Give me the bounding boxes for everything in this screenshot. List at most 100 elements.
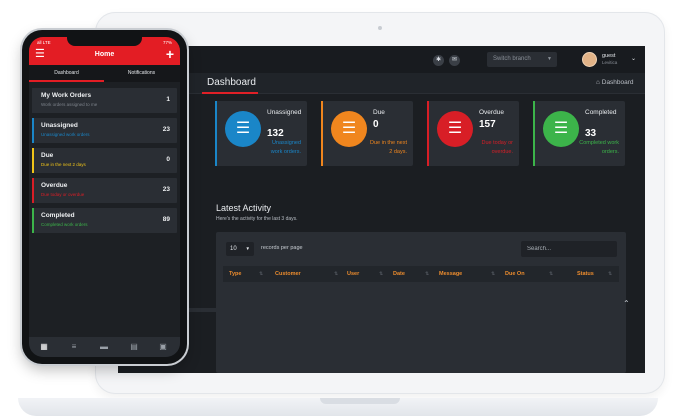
stat-label: Overdue (479, 109, 504, 116)
phone-title: Home (94, 51, 115, 58)
stat-card-overdue[interactable]: ☰ Overdue 157 Due today or overdue. (427, 101, 519, 166)
stat-card-unassigned[interactable]: ☰ Unassigned 132 Unassigned work orders. (215, 101, 307, 166)
phone-header: all LTE 77% ☰ Home + (29, 37, 180, 65)
page-title: Dashboard (207, 77, 256, 88)
card-title: Unassigned (41, 122, 78, 129)
records-per-page-label: records per page (261, 245, 303, 251)
card-title: Overdue (41, 182, 68, 189)
breadcrumb-label: Dashboard (601, 79, 634, 86)
breadcrumb[interactable]: ⌂ Dashboard (596, 79, 634, 86)
status-battery: 77% (162, 40, 172, 45)
desktop-screen: ✱ ✉ Switch branch ▼ guest Levitica ⌄ Das… (118, 46, 645, 373)
sort-icon[interactable]: ⇅ (334, 266, 338, 282)
phone-screen: all LTE 77% ☰ Home + Dashboard Notificat… (29, 37, 180, 357)
card-accent (32, 208, 34, 233)
card-subtitle: Due today or overdue (41, 192, 85, 197)
column-due-on[interactable]: Due On (505, 266, 525, 282)
tab-notifications[interactable]: Notifications (104, 65, 179, 82)
title-bar: Dashboard ⌂ Dashboard (118, 73, 645, 94)
column-status[interactable]: Status (577, 266, 594, 282)
switch-branch-placeholder: Switch branch (493, 56, 531, 62)
column-message[interactable]: Message (439, 266, 462, 282)
switch-branch-select[interactable]: Switch branch ▼ (487, 52, 557, 67)
laptop-notch (320, 398, 400, 404)
laptop-camera (378, 26, 382, 30)
card-subtitle: Unassigned work orders (41, 132, 90, 137)
chevron-down-icon: ▼ (547, 56, 552, 62)
card-count: 23 (162, 126, 170, 133)
stat-card-accent (215, 101, 217, 166)
column-type[interactable]: Type (229, 266, 241, 282)
list-icon[interactable]: ≡ (68, 341, 80, 353)
truck-icon[interactable]: ▬ (98, 341, 110, 353)
card-accent (32, 88, 34, 113)
card-count: 23 (162, 186, 170, 193)
search-input[interactable] (521, 241, 617, 257)
status-signal: all LTE (37, 40, 51, 45)
checklist-icon: ☰ (437, 111, 473, 147)
tab-dashboard[interactable]: Dashboard (29, 65, 104, 82)
stat-card-accent (321, 101, 323, 166)
stat-description: Due in the next 2 days. (370, 140, 407, 155)
home-icon: ⌂ (596, 79, 600, 86)
records-per-page-select[interactable]: 10 ▼ (226, 242, 254, 256)
avatar[interactable] (582, 52, 597, 67)
add-icon[interactable]: + (166, 47, 174, 61)
stat-description: Due today or overdue. (481, 140, 514, 155)
stat-label: Unassigned (267, 109, 302, 116)
card-count: 1 (166, 96, 170, 103)
stat-description: Unassigned work orders. (270, 140, 301, 155)
phone-tabs: Dashboard Notifications (29, 65, 180, 82)
stat-card-accent (427, 101, 429, 166)
activity-table-panel: 10 ▼ records per page Type ⇅ Customer ⇅ … (216, 232, 626, 373)
card-completed[interactable]: Completed Completed work orders 89 (32, 208, 177, 233)
card-subtitle: Due in the next 2 days (41, 162, 86, 167)
envelope-icon[interactable]: ✉ (449, 55, 460, 66)
checklist-icon: ☰ (543, 111, 579, 147)
card-accent (32, 118, 34, 143)
column-customer[interactable]: Customer (275, 266, 301, 282)
stat-card-due[interactable]: ☰ Due 0 Due in the next 2 days. (321, 101, 413, 166)
top-bar: ✱ ✉ Switch branch ▼ guest Levitica ⌄ (118, 46, 645, 73)
card-unassigned[interactable]: Unassigned Unassigned work orders 23 (32, 118, 177, 143)
scroll-up-icon[interactable]: ⌃ (623, 299, 630, 308)
stat-card-completed[interactable]: ☰ Completed 33 Completed work orders. (533, 101, 625, 166)
sort-icon[interactable]: ⇅ (379, 266, 383, 282)
stat-count: 33 (585, 128, 597, 139)
briefcase-icon[interactable]: ▣ (157, 341, 169, 353)
sort-icon[interactable]: ⇅ (425, 266, 429, 282)
records-per-page-value: 10 (230, 246, 237, 252)
phone-bottom-nav: ▦ ≡ ▬ ▤ ▣ (29, 337, 180, 357)
chevron-down-icon: ▼ (245, 246, 250, 251)
card-subtitle: Completed work orders (41, 222, 88, 227)
card-due[interactable]: Due Due in the next 2 days 0 (32, 148, 177, 173)
sort-icon[interactable]: ⇅ (259, 266, 263, 282)
stat-description: Completed work orders. (579, 140, 619, 155)
sort-icon[interactable]: ⇅ (491, 266, 495, 282)
card-count: 89 (162, 216, 170, 223)
gear-icon[interactable]: ✱ (433, 55, 444, 66)
user-name[interactable]: guest (602, 53, 615, 59)
column-user[interactable]: User (347, 266, 359, 282)
stat-count: 132 (267, 128, 284, 139)
stat-card-accent (533, 101, 535, 166)
user-menu-chevron-icon[interactable]: ⌄ (631, 55, 636, 62)
table-header: Type ⇅ Customer ⇅ User ⇅ Date ⇅ Message … (223, 266, 619, 282)
stat-label: Due (373, 109, 385, 116)
document-icon[interactable]: ▤ (128, 341, 140, 353)
dashboard-icon[interactable]: ▦ (38, 341, 50, 353)
card-accent (32, 148, 34, 173)
card-count: 0 (166, 156, 170, 163)
column-date[interactable]: Date (393, 266, 405, 282)
checklist-icon: ☰ (331, 111, 367, 147)
phone-notch (67, 37, 142, 46)
card-title: Completed (41, 212, 75, 219)
sort-icon[interactable]: ⇅ (549, 266, 553, 282)
card-my-work-orders[interactable]: My Work Orders Work orders assigned to m… (32, 88, 177, 113)
checklist-icon: ☰ (225, 111, 261, 147)
card-overdue[interactable]: Overdue Due today or overdue 23 (32, 178, 177, 203)
active-tab-indicator (202, 92, 258, 94)
sort-icon[interactable]: ⇅ (608, 266, 612, 282)
card-subtitle: Work orders assigned to me (41, 102, 98, 107)
stat-count: 0 (373, 119, 379, 130)
